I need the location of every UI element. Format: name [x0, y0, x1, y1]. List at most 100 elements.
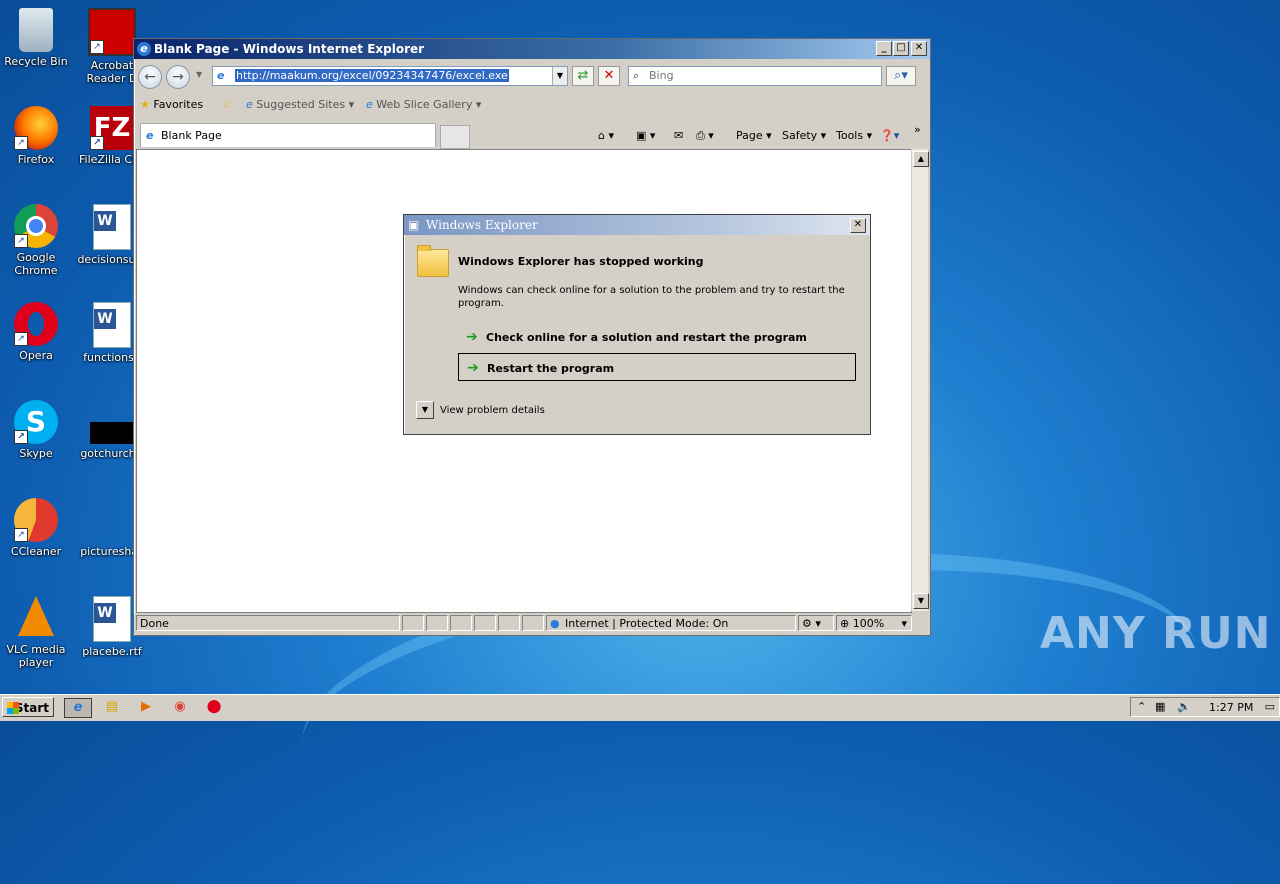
error-dialog: ▣ Windows Explorer ✕ Windows Explorer ha…: [403, 214, 871, 435]
maximize-button[interactable]: □: [893, 41, 909, 56]
home-icon[interactable]: ⌂ ▾: [598, 129, 614, 142]
word-document-icon: W: [93, 204, 131, 250]
page-icon: e: [217, 69, 225, 82]
feeds-icon[interactable]: ▣ ▾: [636, 129, 655, 142]
opera-icon: ↗: [14, 302, 58, 346]
chrome-icon: ↗: [14, 204, 58, 248]
address-bar[interactable]: e http://maakum.org/excel/09234347476/ex…: [212, 66, 568, 86]
vlc-icon: [18, 596, 54, 636]
folder-icon: [417, 245, 449, 277]
volume-icon[interactable]: 🔈: [1177, 700, 1191, 713]
address-dropdown-icon[interactable]: ▼: [552, 67, 567, 85]
new-tab-button[interactable]: [440, 125, 470, 149]
dialog-heading: Windows Explorer has stopped working: [458, 255, 704, 268]
file-icon: [90, 498, 134, 542]
word-document-icon: W: [93, 302, 131, 348]
zoom-control[interactable]: ⊕ 100% ▾: [836, 615, 912, 631]
refresh-button[interactable]: ⇄: [572, 66, 594, 86]
network-icon[interactable]: ▦: [1155, 700, 1165, 713]
protected-mode-icon[interactable]: ⚙ ▾: [798, 615, 834, 631]
taskbar-ie-icon[interactable]: e: [64, 698, 92, 718]
system-tray: ⌃ ▦ 🔈 1:27 PM ▭: [1130, 697, 1280, 717]
zoom-icon: ⊕: [840, 617, 850, 630]
restart-program-option[interactable]: ➔ Restart the program: [458, 353, 856, 381]
chevron-down-icon: ▼: [416, 401, 434, 419]
clock[interactable]: 1:27 PM: [1209, 701, 1253, 714]
dialog-titlebar[interactable]: ▣ Windows Explorer ✕: [404, 215, 870, 235]
green-arrow-icon: ➔: [466, 329, 478, 345]
firefox-icon: ↗: [14, 106, 58, 150]
address-row: ← → ▼ e http://maakum.org/excel/09234347…: [134, 61, 930, 89]
anyrun-watermark: ANY RUN: [1040, 608, 1272, 659]
filezilla-icon: FZ ↗: [90, 106, 134, 150]
suggested-sites-link[interactable]: e Suggested Sites ▾: [246, 98, 354, 111]
stop-button[interactable]: ✕: [598, 66, 620, 86]
taskbar-opera-icon[interactable]: ⬤: [204, 698, 224, 716]
desktop-icon-vlc[interactable]: VLC media player: [0, 596, 72, 669]
mail-icon[interactable]: ✉: [674, 129, 683, 142]
window-titlebar[interactable]: e Blank Page - Windows Internet Explorer…: [134, 39, 930, 59]
desktop-icon-opera[interactable]: ↗ Opera: [0, 302, 72, 362]
close-button[interactable]: ✕: [911, 41, 927, 56]
check-online-option[interactable]: ➔ Check online for a solution and restart…: [458, 323, 856, 351]
security-zone[interactable]: ● Internet | Protected Mode: On: [546, 615, 796, 631]
print-icon[interactable]: ⎙ ▾: [696, 129, 714, 143]
search-small-icon: ⌕: [633, 69, 640, 82]
file-thumbnail-icon: [90, 422, 134, 444]
ccleaner-icon: ↗: [14, 498, 58, 542]
scroll-up-arrow[interactable]: ▲: [913, 151, 929, 167]
page-menu[interactable]: Page ▾: [736, 129, 772, 142]
forward-button[interactable]: →: [166, 65, 190, 89]
status-text: Done: [136, 615, 400, 631]
dialog-close-button[interactable]: ✕: [850, 218, 866, 233]
recycle-bin-icon: [19, 8, 53, 52]
ie-page-icon: e: [246, 98, 253, 111]
windows-explorer-icon: ▣: [408, 218, 420, 232]
dialog-title: Windows Explorer: [426, 218, 538, 232]
tab-row: e Blank Page ⌂ ▾ ▣ ▾ ✉ ⎙ ▾ Page ▾ Safety…: [134, 123, 930, 151]
add-favorite-icon[interactable]: ☆: [222, 98, 232, 111]
view-details-toggle[interactable]: ▼ View problem details: [416, 401, 545, 419]
taskbar-media-player-icon[interactable]: ▶: [136, 698, 156, 716]
back-button[interactable]: ←: [138, 65, 162, 89]
address-url: http://maakum.org/excel/09234347476/exce…: [235, 69, 509, 82]
taskbar-chrome-icon[interactable]: ◉: [170, 698, 190, 716]
show-desktop-icon[interactable]: ▭: [1265, 700, 1275, 713]
star-icon: ★: [140, 98, 150, 111]
ie-page-icon: e: [146, 129, 154, 142]
taskbar: Start e ▤ ▶ ◉ ⬤ ⌃ ▦ 🔈 1:27 PM ▭: [0, 694, 1280, 721]
scroll-down-arrow[interactable]: ▼: [913, 593, 929, 609]
acrobat-icon: ↗: [88, 8, 136, 56]
favorites-button[interactable]: ★ Favorites: [140, 98, 203, 111]
desktop-icon-recycle-bin[interactable]: Recycle Bin: [0, 8, 72, 68]
vertical-scrollbar[interactable]: ▲ ▼: [911, 149, 929, 611]
more-chevron-icon[interactable]: »: [914, 123, 921, 136]
start-button[interactable]: Start: [2, 697, 54, 717]
word-document-icon: W: [93, 596, 131, 642]
help-icon[interactable]: ❓▾: [880, 129, 899, 142]
tab-blank-page[interactable]: e Blank Page: [140, 123, 436, 147]
ie-logo-icon: e: [137, 42, 151, 56]
dialog-body: Windows can check online for a solution …: [458, 285, 845, 309]
search-input[interactable]: ⌕ Bing: [628, 66, 882, 86]
globe-icon: ●: [550, 617, 560, 630]
window-title: Blank Page - Windows Internet Explorer: [154, 42, 425, 56]
favorites-bar: ★ Favorites ☆ e Suggested Sites ▾ e Web …: [134, 92, 930, 118]
search-button[interactable]: ⌕▾: [886, 66, 916, 86]
web-slice-gallery-link[interactable]: e Web Slice Gallery ▾: [366, 98, 481, 111]
ie-page-icon: e: [366, 98, 373, 111]
tools-menu[interactable]: Tools ▾: [836, 129, 872, 142]
safety-menu[interactable]: Safety ▾: [782, 129, 826, 142]
desktop-icon-skype[interactable]: S ↗ Skype: [0, 400, 72, 460]
minimize-button[interactable]: _: [876, 41, 892, 56]
tray-expand-icon[interactable]: ⌃: [1137, 700, 1146, 713]
history-dropdown-icon[interactable]: ▼: [196, 70, 202, 79]
desktop-icon-ccleaner[interactable]: ↗ CCleaner: [0, 498, 72, 558]
desktop-icon-chrome[interactable]: ↗ Google Chrome: [0, 204, 72, 277]
desktop-icon-firefox[interactable]: ↗ Firefox: [0, 106, 72, 166]
skype-icon: S ↗: [14, 400, 58, 444]
status-bar: Done ● Internet | Protected Mode: On ⚙ ▾…: [134, 614, 930, 634]
taskbar-explorer-icon[interactable]: ▤: [102, 698, 122, 716]
zoom-dropdown-icon: ▾: [901, 617, 907, 630]
green-arrow-icon: ➔: [467, 360, 479, 376]
